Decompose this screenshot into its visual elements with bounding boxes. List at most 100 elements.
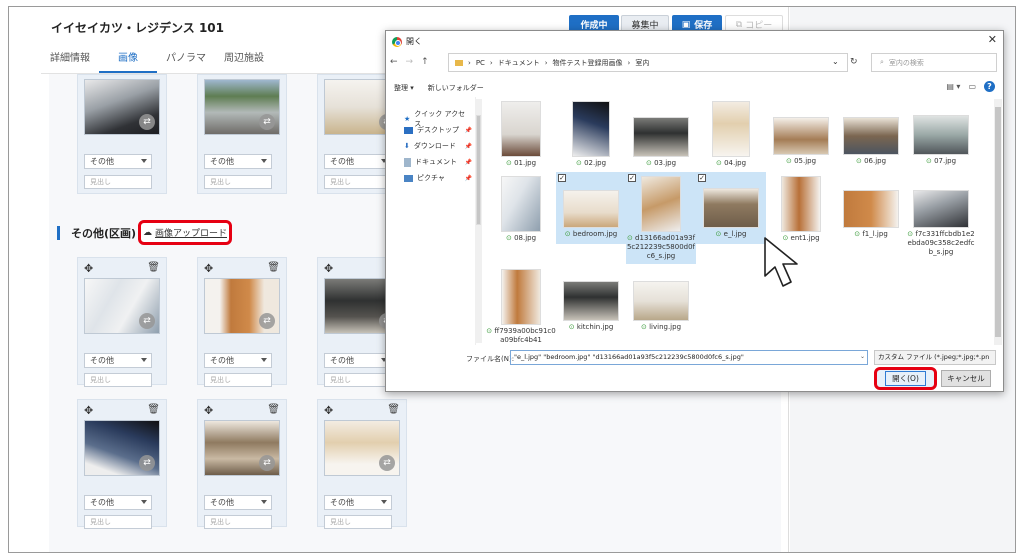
refresh-icon[interactable]: ↻ (850, 57, 858, 67)
file-item-selected[interactable]: ✓ ⊙ bedroom.jpg (556, 172, 626, 244)
file-item[interactable]: ⊙ 06.jpg (836, 97, 906, 166)
trash-icon[interactable]: 🗑 (267, 404, 280, 415)
category-select[interactable]: その他 (204, 353, 272, 368)
forward-arrow-icon[interactable]: → (406, 57, 414, 67)
file-item[interactable]: ⊙ 07.jpg (906, 97, 976, 166)
image-thumbnail[interactable]: ⇄ (84, 420, 160, 476)
breadcrumb-documents[interactable]: ドキュメント (498, 58, 540, 68)
image-thumbnail[interactable]: ⇄ (204, 420, 280, 476)
up-arrow-icon[interactable]: ↑ (421, 57, 429, 67)
file-item[interactable]: ⊙ kitchin.jpg (556, 265, 626, 332)
new-folder-button[interactable]: 新しいフォルダー (428, 83, 484, 93)
replace-icon[interactable]: ⇄ (139, 313, 155, 329)
file-item[interactable]: ⊙ 04.jpg (696, 97, 766, 168)
replace-icon[interactable]: ⇄ (259, 455, 275, 471)
tab-panorama[interactable]: パノラマ (157, 45, 215, 73)
file-item[interactable]: ⊙ 05.jpg (766, 97, 836, 166)
image-thumbnail[interactable]: ⇄ (84, 278, 160, 334)
file-item[interactable]: ⊙ f1_l.jpg (836, 172, 906, 239)
breadcrumb-test-images[interactable]: 物件テスト登録用画像 (553, 58, 623, 68)
caption-input[interactable]: 見出し (324, 515, 392, 529)
category-select[interactable]: その他 (84, 154, 152, 169)
checkbox-checked-icon[interactable]: ✓ (628, 174, 636, 182)
file-item[interactable]: ⊙ ent1.jpg (766, 172, 836, 243)
caption-input[interactable]: 見出し (204, 175, 272, 189)
file-item[interactable]: ⊙ 01.jpg (486, 97, 556, 168)
drag-handle-icon[interactable]: ✥ (84, 262, 93, 275)
image-thumbnail[interactable]: ⇄ (204, 278, 280, 334)
address-bar[interactable]: › PC › ドキュメント › 物件テスト登録用画像 › 室内 (448, 53, 848, 72)
scrollbar-thumb[interactable] (476, 115, 481, 225)
sidebar-item-pictures[interactable]: ピクチャ 📌 (404, 173, 472, 183)
scrollbar-thumb[interactable] (995, 107, 1001, 337)
cancel-button[interactable]: キャンセル (941, 370, 991, 387)
trash-icon[interactable]: 🗑 (147, 262, 160, 273)
open-button[interactable]: 開く(O) (874, 367, 937, 390)
caption-input[interactable]: 見出し (204, 373, 272, 387)
image-thumbnail[interactable]: ⇄ (84, 79, 160, 135)
preview-pane-icon[interactable]: ▭ (968, 82, 976, 91)
category-select[interactable]: その他 (324, 495, 392, 510)
tab-nearby[interactable]: 周辺施設 (215, 45, 273, 73)
image-upload-button[interactable]: ☁ 画像アップロード (138, 220, 232, 245)
file-item[interactable]: ⊙ f7c331ffcbdb1e2ebda09c358c2edfcb_s.jpg (906, 172, 976, 257)
trash-icon[interactable]: 🗑 (147, 404, 160, 415)
caption-input[interactable]: 見出し (84, 175, 152, 189)
breadcrumb-pc[interactable]: PC (476, 59, 485, 67)
drag-handle-icon[interactable]: ✥ (204, 262, 213, 275)
file-item[interactable]: ⊙ 02.jpg (556, 97, 626, 168)
file-item-selected[interactable]: ✓ ⊙ e_l.jpg (696, 172, 766, 244)
image-thumbnail[interactable]: ⇄ (204, 79, 280, 135)
drag-handle-icon[interactable]: ✥ (324, 262, 333, 275)
file-item-selected[interactable]: ✓ ⊙ d13166ad01a93f5c212239c5800d0fc6_s.j… (626, 172, 696, 264)
category-select[interactable]: その他 (204, 495, 272, 510)
replace-icon[interactable]: ⇄ (139, 114, 155, 130)
chevron-down-icon[interactable]: ⌄ (860, 353, 865, 360)
category-select[interactable]: その他 (204, 154, 272, 169)
tab-images[interactable]: 画像 (99, 45, 157, 73)
file-item[interactable]: ⊙ 08.jpg (486, 172, 556, 243)
caption-input[interactable]: 見出し (204, 515, 272, 529)
replace-icon[interactable]: ⇄ (379, 455, 395, 471)
category-select[interactable]: その他 (84, 495, 152, 510)
replace-icon[interactable]: ⇄ (259, 114, 275, 130)
tab-details[interactable]: 詳細情報 (41, 45, 99, 73)
drag-handle-icon[interactable]: ✥ (84, 404, 93, 417)
filename-input[interactable]: "e_l.jpg" "bedroom.jpg" "d13166ad01a93f5… (510, 350, 868, 365)
sidebar-item-downloads[interactable]: ⬇ ダウンロード 📌 (404, 141, 472, 151)
caption-input[interactable]: 見出し (84, 373, 152, 387)
help-icon[interactable]: ? (984, 81, 995, 92)
sync-check-icon: ⊙ (505, 159, 512, 167)
view-mode-icon[interactable]: ▤ ▾ (946, 82, 960, 91)
drag-handle-icon[interactable]: ✥ (204, 404, 213, 417)
caption-input[interactable]: 見出し (324, 175, 392, 189)
chevron-down-icon[interactable]: ⌄ (832, 57, 839, 66)
file-type-filter[interactable]: カスタム ファイル (*.jpeg;*.jpg;*.pn (874, 350, 996, 365)
organize-menu[interactable]: 整理 ▾ (394, 83, 414, 93)
replace-icon[interactable]: ⇄ (259, 313, 275, 329)
file-item[interactable]: ⊙ ff7939a00bc91c0a09bfc4b41 (486, 265, 556, 345)
file-item[interactable]: ⊙ living.jpg (626, 265, 696, 332)
desktop-icon (404, 126, 413, 134)
file-item[interactable]: ⊙ 03.jpg (626, 97, 696, 168)
drag-handle-icon[interactable]: ✥ (324, 404, 333, 417)
breadcrumb-indoor[interactable]: 室内 (635, 58, 649, 68)
trash-icon[interactable]: 🗑 (267, 262, 280, 273)
image-thumbnail[interactable]: ⇄ (324, 420, 400, 476)
close-icon[interactable]: ✕ (988, 33, 997, 46)
category-select[interactable]: その他 (324, 154, 392, 169)
replace-icon[interactable]: ⇄ (139, 455, 155, 471)
category-select[interactable]: その他 (324, 353, 392, 368)
sidebar-item-documents[interactable]: ドキュメント 📌 (404, 157, 472, 167)
category-select[interactable]: その他 (84, 353, 152, 368)
caption-input[interactable]: 見出し (84, 515, 152, 529)
back-arrow-icon[interactable]: ← (390, 57, 398, 67)
file-list-scrollbar[interactable] (994, 99, 1002, 345)
checkbox-checked-icon[interactable]: ✓ (558, 174, 566, 182)
nav-pane-scrollbar[interactable] (475, 99, 482, 343)
sidebar-item-desktop[interactable]: デスクトップ 📌 (404, 125, 472, 135)
search-input[interactable]: ⌕ 室内の検索 (871, 53, 997, 72)
trash-icon[interactable]: 🗑 (387, 404, 400, 415)
caption-input[interactable]: 見出し (324, 373, 392, 387)
checkbox-checked-icon[interactable]: ✓ (698, 174, 706, 182)
